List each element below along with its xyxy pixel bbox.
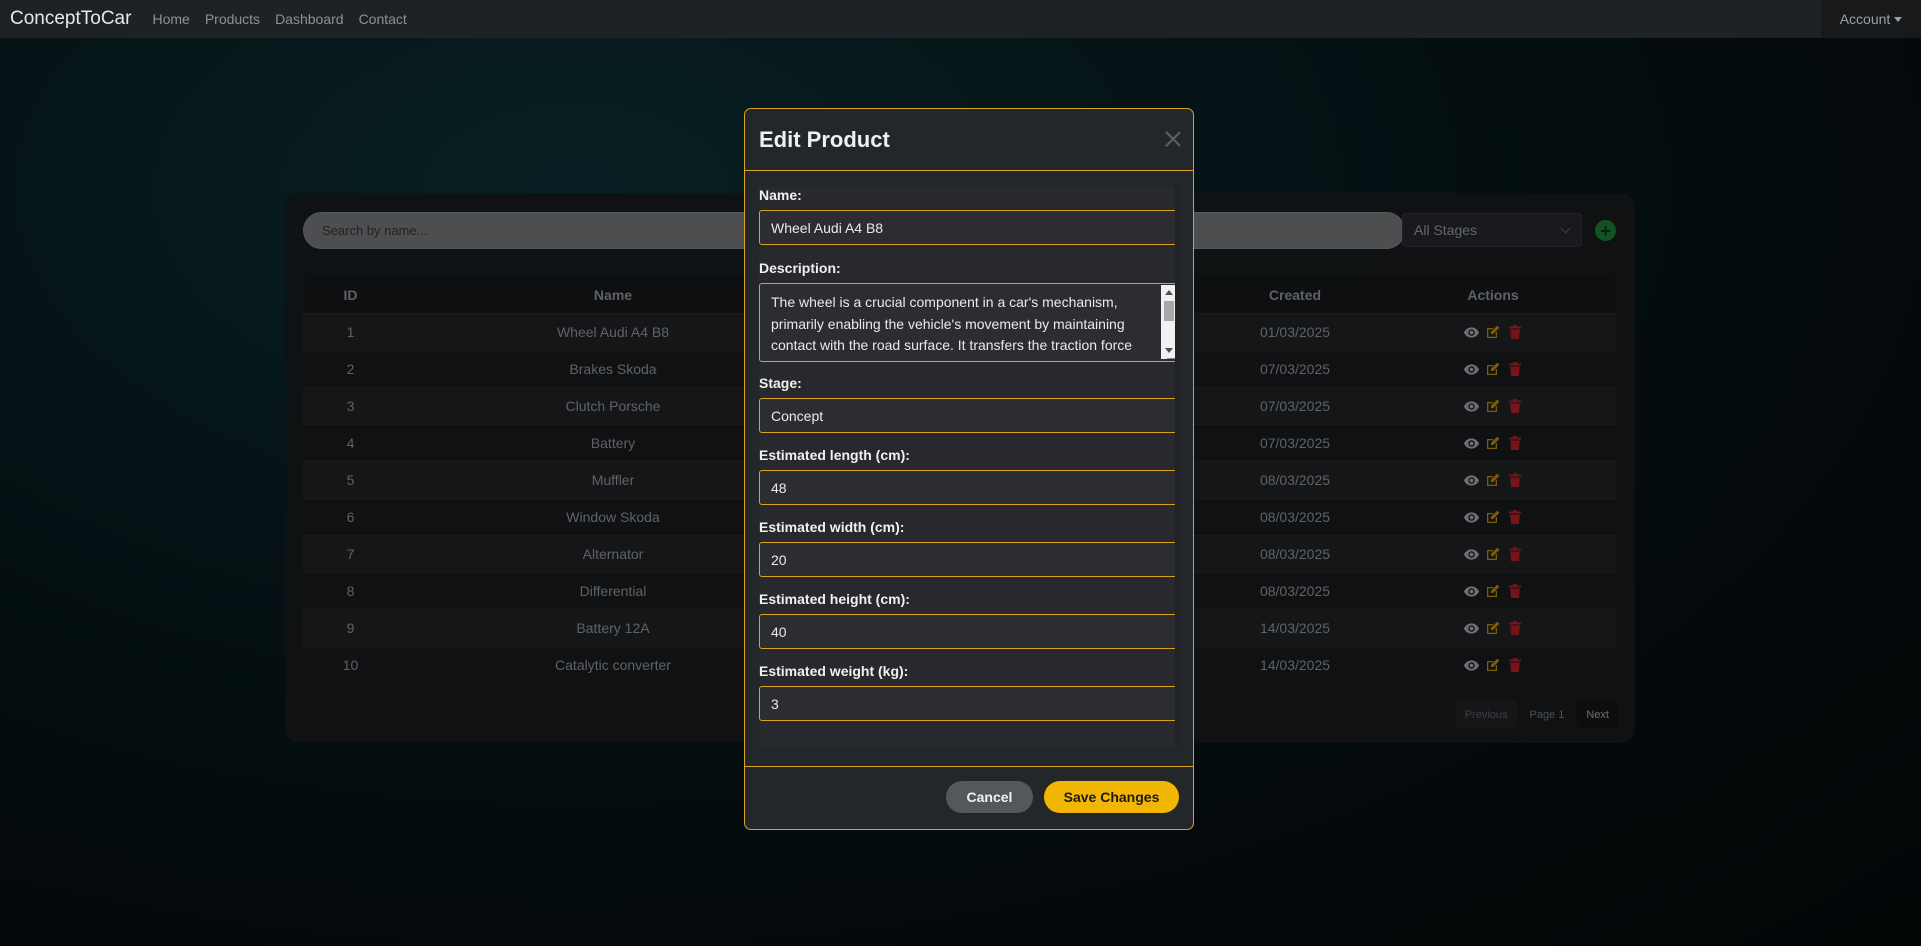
- length-field[interactable]: 48: [759, 470, 1179, 505]
- save-changes-button[interactable]: Save Changes: [1044, 781, 1179, 813]
- account-dropdown[interactable]: Account: [1821, 0, 1921, 38]
- description-value: The wheel is a crucial component in a ca…: [771, 294, 1133, 353]
- weight-label: Estimated weight (kg):: [759, 663, 909, 679]
- name-label: Name:: [759, 187, 802, 203]
- weight-field-value: 3: [771, 695, 779, 712]
- length-label: Estimated length (cm):: [759, 447, 910, 463]
- brand-logo[interactable]: ConceptToCar: [10, 8, 131, 30]
- modal-body-scrollbar[interactable]: [1175, 187, 1179, 747]
- caret-down-icon: [1894, 16, 1903, 22]
- nav-link-contact[interactable]: Contact: [359, 11, 407, 27]
- weight-field[interactable]: 3: [759, 686, 1179, 721]
- nav-link-products[interactable]: Products: [205, 11, 260, 27]
- width-label: Estimated width (cm):: [759, 519, 905, 535]
- stage-field-value: Concept: [771, 407, 824, 424]
- height-field-value: 40: [771, 623, 787, 640]
- modal-body: Name: Wheel Audi A4 B8 Description: The …: [759, 187, 1179, 747]
- scroll-thumb[interactable]: [1164, 301, 1174, 321]
- modal-footer: Cancel Save Changes: [745, 766, 1193, 829]
- width-field-value: 20: [771, 551, 787, 568]
- stage-label: Stage:: [759, 375, 802, 391]
- scroll-up-arrow-icon[interactable]: [1165, 290, 1173, 295]
- close-icon[interactable]: [1165, 131, 1181, 147]
- width-field[interactable]: 20: [759, 542, 1179, 577]
- navbar: ConceptToCar Home Products Dashboard Con…: [0, 0, 1921, 38]
- name-field-value: Wheel Audi A4 B8: [771, 219, 884, 236]
- name-field[interactable]: Wheel Audi A4 B8: [759, 210, 1179, 245]
- stage-field[interactable]: Concept: [759, 398, 1179, 433]
- description-textarea[interactable]: The wheel is a crucial component in a ca…: [759, 283, 1179, 362]
- height-label: Estimated height (cm):: [759, 591, 910, 607]
- edit-product-modal: Edit Product Name: Wheel Audi A4 B8 Desc…: [744, 108, 1194, 830]
- account-label: Account: [1839, 11, 1891, 27]
- modal-title: Edit Product: [759, 126, 890, 152]
- nav-link-home[interactable]: Home: [152, 11, 189, 27]
- length-field-value: 48: [771, 479, 787, 496]
- modal-header: Edit Product: [745, 109, 1193, 171]
- cancel-button[interactable]: Cancel: [946, 781, 1033, 813]
- height-field[interactable]: 40: [759, 614, 1179, 649]
- nav-link-dashboard[interactable]: Dashboard: [275, 11, 344, 27]
- description-label: Description:: [759, 260, 841, 276]
